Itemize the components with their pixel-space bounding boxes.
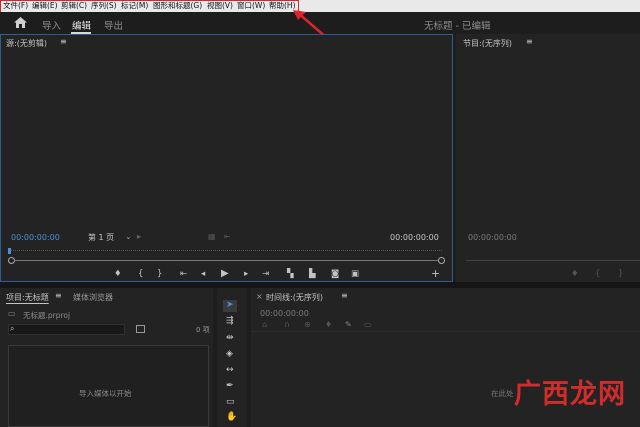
watermark-logo: 广西龙网 bbox=[514, 379, 626, 410]
tab-edit[interactable]: 编辑 bbox=[72, 18, 91, 32]
program-add-marker-icon[interactable]: ♦ bbox=[571, 270, 579, 279]
project-file-name: 无标题.prproj bbox=[23, 311, 71, 320]
add-marker-icon[interactable]: ♦ bbox=[114, 270, 122, 279]
timeline-drop-hint: 在此处 bbox=[491, 389, 514, 398]
program-zoom-scrollbar[interactable] bbox=[466, 260, 640, 261]
page-selector-dropdown-icon[interactable]: ⌄ bbox=[125, 232, 132, 241]
go-to-out-icon[interactable]: ⇥ bbox=[262, 270, 269, 279]
project-status: 无标题 - 已编辑 bbox=[424, 21, 491, 32]
source-panel-menu-icon[interactable]: ≡ bbox=[60, 37, 67, 46]
insert-icon[interactable]: ▚ bbox=[287, 270, 294, 279]
pen-tool-icon[interactable]: ✒ bbox=[226, 381, 234, 391]
overwrite-icon[interactable]: ▙ bbox=[309, 270, 316, 279]
play-icon[interactable]: ▶ bbox=[221, 269, 229, 279]
step-forward-icon[interactable]: ▸ bbox=[244, 270, 248, 279]
timeline-timecode: 00:00:00:00 bbox=[260, 309, 309, 318]
slip-tool-icon[interactable]: ↔ bbox=[226, 365, 234, 375]
replay-icon[interactable]: ▣ bbox=[351, 270, 359, 279]
safe-margins-icon[interactable]: ▦ bbox=[208, 232, 216, 241]
hand-tool-icon[interactable]: ✋ bbox=[226, 412, 237, 422]
tab-export[interactable]: 导出 bbox=[104, 18, 123, 32]
source-monitor-panel bbox=[0, 34, 453, 282]
step-back-icon[interactable]: ◂ bbox=[201, 270, 205, 279]
home-icon[interactable] bbox=[14, 17, 27, 28]
project-item-count: 0 项 bbox=[196, 326, 210, 334]
import-media-hint: 导入媒体以开始 bbox=[79, 389, 132, 398]
source-timecode-current[interactable]: 00:00:00:00 bbox=[11, 233, 60, 242]
track-select-tool-icon[interactable]: ⇶ bbox=[226, 316, 234, 326]
tab-import[interactable]: 导入 bbox=[42, 18, 61, 32]
captions-icon[interactable]: ▭ bbox=[364, 320, 372, 329]
program-mark-out-icon[interactable]: } bbox=[618, 270, 623, 279]
razor-tool-icon[interactable]: ◈ bbox=[226, 349, 233, 359]
compare-icon[interactable]: ⇤ bbox=[224, 232, 231, 241]
export-frame-icon[interactable]: ◙ bbox=[331, 270, 339, 279]
wrench-icon[interactable]: ✎ bbox=[345, 320, 352, 329]
playback-settings-icon[interactable]: ▸ bbox=[137, 232, 141, 241]
timeline-panel-menu-icon[interactable]: ≡ bbox=[341, 291, 348, 300]
selection-tool-icon[interactable]: ➤ bbox=[226, 300, 234, 310]
source-time-ruler[interactable] bbox=[10, 250, 442, 255]
new-bin-icon[interactable] bbox=[136, 325, 145, 333]
source-playhead[interactable] bbox=[8, 248, 11, 254]
timeline-title[interactable]: 时间线:(无序列) bbox=[266, 292, 323, 303]
timeline-close-icon[interactable]: × bbox=[256, 292, 263, 301]
program-timecode-current: 00:00:00:00 bbox=[468, 233, 517, 242]
search-icon: ⌕ bbox=[10, 324, 15, 333]
zoom-scrollbar[interactable] bbox=[14, 260, 438, 261]
tab-media-browser[interactable]: 媒体浏览器 bbox=[73, 292, 113, 303]
linked-selection-icon[interactable]: ⊕ bbox=[304, 320, 311, 329]
project-drop-area[interactable] bbox=[8, 345, 209, 427]
button-editor-plus-icon[interactable]: + bbox=[431, 268, 440, 279]
source-timecode-duration: 00:00:00:00 bbox=[390, 233, 439, 242]
program-mark-in-icon[interactable]: { bbox=[595, 270, 600, 279]
snap-icon[interactable]: ∩ bbox=[284, 320, 290, 329]
rectangle-tool-icon[interactable]: ▭ bbox=[226, 397, 235, 407]
page-selector[interactable]: 第 1 页 bbox=[88, 232, 114, 243]
program-panel-menu-icon[interactable]: ≡ bbox=[526, 37, 533, 46]
source-monitor-title[interactable]: 源:(无剪辑) bbox=[6, 38, 47, 49]
nest-icon[interactable]: ⌂ bbox=[262, 320, 267, 329]
mark-in-icon[interactable]: { bbox=[138, 270, 143, 279]
program-monitor-title[interactable]: 节目:(无序列) bbox=[463, 38, 512, 49]
mark-out-icon[interactable]: } bbox=[157, 270, 162, 279]
timeline-header-divider bbox=[251, 331, 640, 332]
project-search-input[interactable] bbox=[8, 324, 125, 335]
program-monitor-panel bbox=[456, 34, 640, 282]
folder-icon: ▭ bbox=[8, 309, 16, 318]
tab-project[interactable]: 项目:无标题 bbox=[6, 292, 49, 303]
go-to-in-icon[interactable]: ⇤ bbox=[180, 270, 187, 279]
ripple-edit-tool-icon[interactable]: ⇹ bbox=[226, 333, 234, 343]
project-panel-menu-icon[interactable]: ≡ bbox=[55, 291, 62, 300]
zoom-handle-right[interactable] bbox=[438, 257, 445, 264]
timeline-marker-icon[interactable]: ♦ bbox=[325, 320, 332, 329]
